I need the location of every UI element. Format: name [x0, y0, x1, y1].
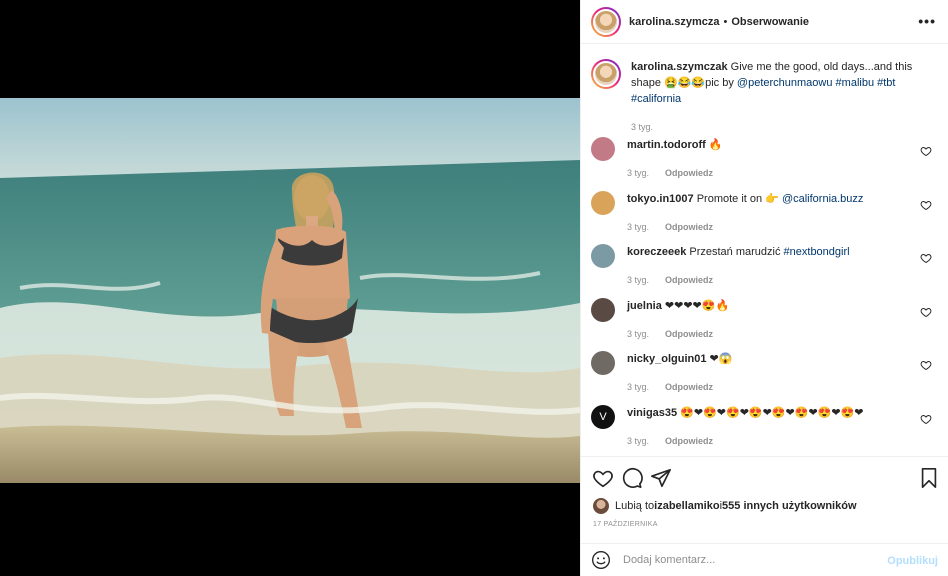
author-avatar[interactable] — [591, 6, 621, 37]
post-side-panel: karolina.szymcza • Obserwowanie ••• karo… — [580, 0, 948, 576]
like-heart-icon[interactable] — [592, 467, 614, 489]
comment-like-heart-icon[interactable] — [920, 359, 932, 371]
comment-link[interactable]: @california.buzz — [782, 193, 863, 205]
post-caption: karolina.szymczak Give me the good, old … — [591, 45, 938, 137]
caption-username[interactable]: karolina.szymczak — [631, 61, 728, 73]
commenter-avatar[interactable] — [591, 297, 615, 322]
reply-button[interactable]: Odpowiedz — [665, 382, 713, 392]
comment-text: Promote it on 👉 — [693, 192, 782, 205]
following-button[interactable]: Obserwowanie — [731, 16, 809, 28]
more-options-icon[interactable]: ••• — [918, 13, 936, 29]
reply-button[interactable]: Odpowiedz — [665, 168, 713, 178]
comment-time[interactable]: 3 tyg. — [627, 275, 649, 285]
comment-row: koreczeeek Przestań marudzić #nextbondgi… — [591, 244, 938, 298]
comments-list[interactable]: karolina.szymczak Give me the good, old … — [581, 45, 948, 455]
header-separator: • — [723, 15, 728, 28]
commenter-username[interactable]: koreczeeek — [627, 246, 686, 258]
reply-button[interactable]: Odpowiedz — [665, 275, 713, 285]
comment-link[interactable]: #nextbondgirl — [784, 246, 850, 258]
comment-time[interactable]: 3 tyg. — [627, 382, 649, 392]
comment-row: nicky_olguin01 ❤😱 3 tyg. Odpowiedz — [591, 351, 938, 405]
comment-row: martin.todoroff 🔥 3 tyg. Odpowiedz — [591, 137, 938, 191]
commenter-avatar[interactable] — [591, 137, 615, 161]
commenter-username[interactable]: nicky_olguin01 — [627, 353, 706, 365]
comment-row: tokyo.in1007 Promote it on 👉 @california… — [591, 190, 938, 245]
likes-count-link[interactable]: 555 innych użytkowników — [722, 500, 856, 512]
reply-button[interactable]: Odpowiedz — [665, 222, 713, 232]
post-actions-bar — [581, 456, 948, 496]
commenter-avatar[interactable]: V — [591, 404, 615, 429]
comment-row: juelnia ❤❤❤❤😍🔥 3 tyg. Odpowiedz — [591, 297, 938, 352]
commenter-username[interactable]: martin.todoroff — [627, 139, 706, 151]
likes-summary: Lubią to izabellamiko i 555 innych użytk… — [593, 498, 857, 514]
reply-button[interactable]: Odpowiedz — [665, 329, 713, 339]
commenter-avatar[interactable] — [591, 351, 615, 375]
commenter-avatar[interactable] — [591, 244, 615, 268]
comment-time[interactable]: 3 tyg. — [627, 436, 649, 446]
share-icon[interactable] — [650, 467, 672, 489]
comment-text: ❤😱 — [706, 353, 733, 365]
caption-time[interactable]: 3 tyg. — [631, 119, 931, 135]
post-photo[interactable] — [0, 98, 580, 483]
beach-photo-image — [0, 98, 580, 483]
comment-like-heart-icon[interactable] — [920, 145, 932, 157]
comment-time[interactable]: 3 tyg. — [627, 329, 649, 339]
post-header: karolina.szymcza • Obserwowanie ••• — [581, 0, 948, 44]
commenter-username[interactable]: tokyo.in1007 — [627, 193, 694, 205]
comment-time[interactable]: 3 tyg. — [627, 168, 649, 178]
publish-button[interactable]: Opublikuj — [887, 555, 938, 567]
comment-time[interactable]: 3 tyg. — [627, 222, 649, 232]
likes-prefix: Lubią to — [615, 500, 655, 512]
comment-like-heart-icon[interactable] — [920, 413, 932, 425]
commenter-avatar[interactable] — [591, 190, 615, 215]
commenter-username[interactable]: vinigas35 — [627, 407, 677, 419]
comment-like-heart-icon[interactable] — [920, 252, 932, 264]
comment-row: Vvinigas35 😍❤😍❤😍❤😍❤😍❤😍❤😍❤😍❤ 3 tyg. Odpowie… — [591, 404, 938, 456]
comment-text: 😍❤😍❤😍❤😍❤😍❤😍❤😍❤😍❤ — [677, 406, 864, 419]
comment-like-heart-icon[interactable] — [920, 199, 932, 211]
comment-icon[interactable] — [621, 467, 643, 489]
post-date[interactable]: 17 PAŹDZIERNIKA — [593, 521, 658, 528]
save-bookmark-icon[interactable] — [918, 467, 940, 489]
liker-username[interactable]: izabellamiko — [654, 500, 719, 512]
media-pane — [0, 0, 580, 576]
comment-text: ❤❤❤❤😍🔥 — [661, 299, 730, 312]
commenter-username[interactable]: juelnia — [627, 300, 662, 312]
author-username[interactable]: karolina.szymcza — [629, 16, 720, 28]
comment-text: Przestań marudzić — [686, 246, 784, 258]
comment-input[interactable] — [623, 554, 873, 566]
emoji-icon[interactable] — [591, 550, 611, 570]
caption-avatar[interactable] — [591, 59, 621, 89]
caption-mention-link[interactable]: @peterchunmaowu — [737, 77, 833, 89]
reply-button[interactable]: Odpowiedz — [665, 436, 713, 446]
comment-text: 🔥 — [705, 139, 723, 151]
add-comment-bar: Opublikuj — [581, 543, 948, 576]
liker-avatar[interactable] — [593, 498, 609, 514]
comment-like-heart-icon[interactable] — [920, 306, 932, 318]
